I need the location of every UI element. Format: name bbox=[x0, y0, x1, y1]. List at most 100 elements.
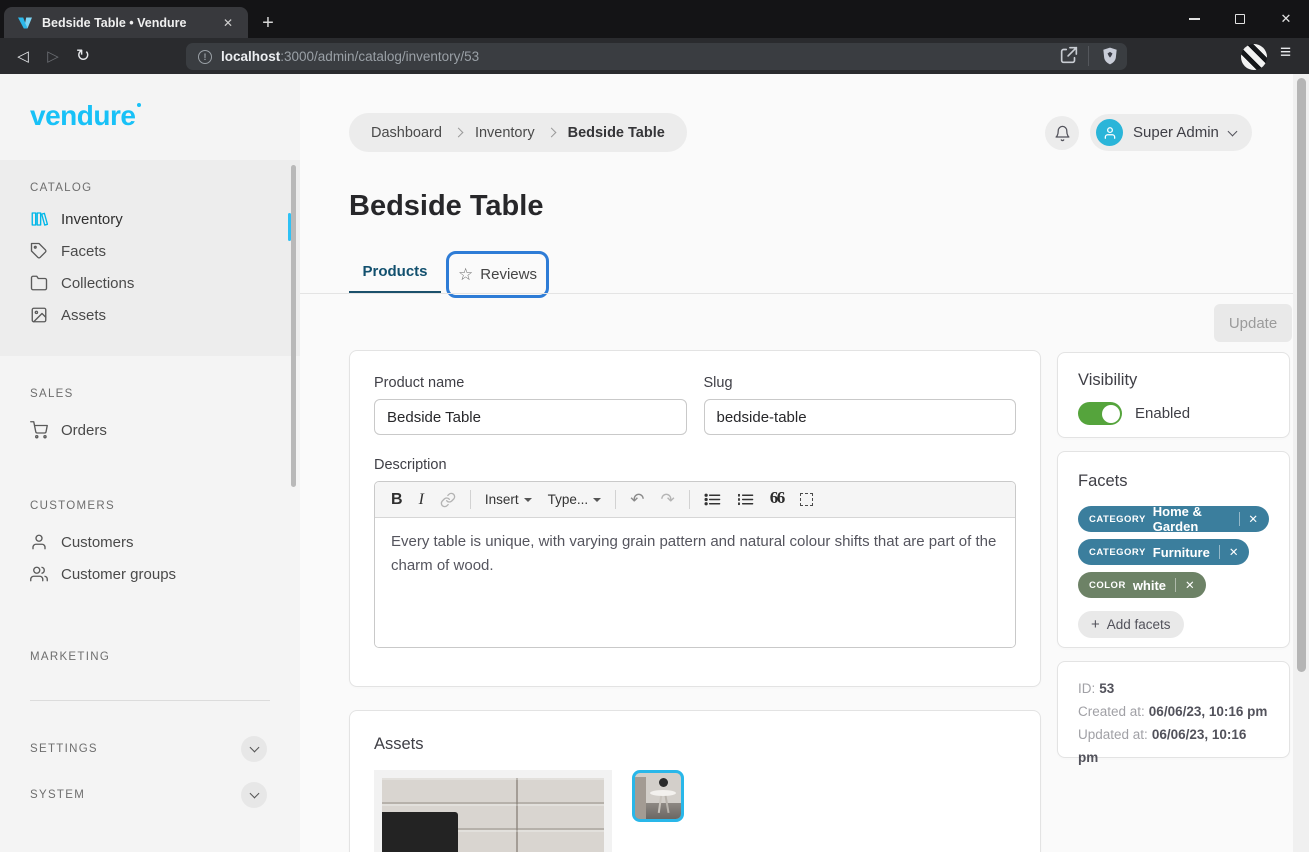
asset-thumbnail-selected[interactable] bbox=[632, 770, 684, 822]
remove-facet-icon[interactable]: ✕ bbox=[1183, 578, 1197, 592]
tab-close-icon[interactable]: ✕ bbox=[218, 13, 238, 33]
breadcrumb-dashboard[interactable]: Dashboard bbox=[371, 125, 442, 141]
bullet-list-icon bbox=[704, 492, 721, 507]
breadcrumb-current: Bedside Table bbox=[568, 125, 665, 141]
meta-id-row: ID:53 bbox=[1078, 677, 1269, 700]
vendure-favicon-icon bbox=[17, 15, 33, 31]
sidebar-item-label: Customers bbox=[61, 534, 134, 551]
profile-avatar[interactable] bbox=[1241, 44, 1267, 70]
sidebar-item-facets[interactable]: Facets bbox=[0, 235, 300, 267]
close-button[interactable]: ✕ bbox=[1263, 0, 1309, 38]
tab-reviews-highlight[interactable]: ☆ Reviews bbox=[446, 251, 549, 298]
italic-button[interactable]: I bbox=[417, 491, 426, 509]
visibility-card: Visibility Enabled bbox=[1057, 352, 1290, 438]
featured-asset-detail bbox=[382, 812, 458, 852]
update-button[interactable]: Update bbox=[1214, 304, 1292, 342]
insert-dropdown[interactable]: Insert bbox=[483, 492, 534, 507]
sidebar-item-label: Collections bbox=[61, 275, 134, 292]
maximize-icon bbox=[1235, 14, 1245, 24]
sidebar-group-marketing: MARKETING bbox=[0, 651, 300, 672]
bold-button[interactable]: B bbox=[389, 491, 405, 509]
editor-toolbar: B I Insert Type... ↶ ↷ bbox=[375, 482, 1015, 518]
sidebar-item-label: Assets bbox=[61, 307, 106, 324]
sidebar-section-settings[interactable]: SETTINGS bbox=[0, 730, 300, 768]
plus-icon: + bbox=[1091, 616, 1100, 633]
add-facets-button[interactable]: + Add facets bbox=[1078, 611, 1184, 638]
minimize-button[interactable] bbox=[1171, 0, 1217, 38]
assets-card: Assets bbox=[349, 710, 1041, 852]
browser-titlebar: Bedside Table • Vendure ✕ + ✕ bbox=[0, 0, 1309, 38]
url-path: :3000/admin/catalog/inventory/53 bbox=[280, 49, 479, 64]
slug-label: Slug bbox=[704, 375, 1017, 391]
image-icon bbox=[30, 306, 48, 324]
facet-chip: COLOR white ✕ bbox=[1078, 572, 1206, 598]
bullet-list-button[interactable] bbox=[702, 492, 723, 507]
entity-meta-card: ID:53 Created at:06/06/23, 10:16 pm Upda… bbox=[1057, 661, 1290, 758]
slug-input[interactable] bbox=[704, 399, 1017, 435]
visibility-toggle[interactable] bbox=[1078, 402, 1122, 425]
sidebar-group-catalog: CATALOG Inventory Facets Collections bbox=[0, 160, 300, 356]
meta-created-row: Created at:06/06/23, 10:16 pm bbox=[1078, 700, 1269, 723]
sidebar-item-orders[interactable]: Orders bbox=[0, 414, 300, 446]
expand-system-button[interactable] bbox=[241, 782, 267, 808]
description-text[interactable]: Every table is unique, with varying grai… bbox=[375, 518, 1015, 647]
product-detail-card: Product name Slug Description B I bbox=[349, 350, 1041, 687]
tab-reviews[interactable]: Reviews bbox=[480, 266, 537, 283]
undo-button[interactable]: ↶ bbox=[628, 490, 646, 510]
raw-html-button[interactable] bbox=[798, 493, 815, 506]
brave-shield-icon[interactable] bbox=[1100, 45, 1120, 67]
breadcrumb-inventory[interactable]: Inventory bbox=[475, 125, 535, 141]
new-tab-button[interactable]: + bbox=[254, 9, 282, 37]
numbered-list-button[interactable] bbox=[735, 492, 756, 507]
back-button[interactable]: ◁ bbox=[8, 47, 38, 65]
description-label: Description bbox=[374, 457, 1016, 473]
sidebar-item-label: Orders bbox=[61, 422, 107, 439]
chevron-down-icon bbox=[249, 789, 259, 799]
browser-menu-icon[interactable]: ≡ bbox=[1280, 42, 1291, 64]
toolbar-divider bbox=[615, 490, 616, 509]
sidebar-scrollbar[interactable] bbox=[291, 165, 296, 487]
site-info-icon[interactable]: ! bbox=[198, 50, 212, 64]
link-button[interactable] bbox=[438, 492, 458, 508]
cart-icon bbox=[30, 421, 48, 439]
reload-button[interactable]: ↻ bbox=[68, 46, 98, 66]
notifications-button[interactable] bbox=[1045, 116, 1079, 150]
quote-icon: 66 bbox=[770, 488, 784, 508]
expand-settings-button[interactable] bbox=[241, 736, 267, 762]
product-name-input[interactable] bbox=[374, 399, 687, 435]
remove-facet-icon[interactable]: ✕ bbox=[1227, 545, 1241, 559]
maximize-button[interactable] bbox=[1217, 0, 1263, 38]
featured-asset[interactable] bbox=[374, 770, 612, 852]
sidebar-item-inventory[interactable]: Inventory bbox=[0, 203, 300, 235]
window-controls: ✕ bbox=[1171, 0, 1309, 38]
folder-icon bbox=[30, 274, 48, 292]
user-menu[interactable]: Super Admin bbox=[1090, 114, 1252, 151]
sidebar-item-assets[interactable]: Assets bbox=[0, 299, 300, 331]
browser-tab[interactable]: Bedside Table • Vendure ✕ bbox=[4, 7, 248, 38]
product-name-label: Product name bbox=[374, 375, 687, 391]
sidebar-group-label: SALES bbox=[0, 388, 300, 400]
vendure-logo[interactable]: vendure bbox=[30, 100, 141, 132]
caret-down-icon bbox=[593, 498, 601, 502]
facets-heading: Facets bbox=[1078, 472, 1269, 491]
share-icon[interactable] bbox=[1058, 44, 1080, 66]
redo-button[interactable]: ↷ bbox=[658, 490, 676, 510]
page-scrollbar-thumb[interactable] bbox=[1297, 78, 1306, 672]
blockquote-button[interactable]: 66 bbox=[768, 490, 786, 510]
user-name: Super Admin bbox=[1133, 124, 1219, 141]
tag-icon bbox=[30, 242, 48, 260]
sidebar-section-system[interactable]: SYSTEM bbox=[0, 776, 300, 814]
sidebar-item-customer-groups[interactable]: Customer groups bbox=[0, 558, 300, 590]
forward-button[interactable]: ▷ bbox=[38, 47, 68, 65]
sidebar-item-collections[interactable]: Collections bbox=[0, 267, 300, 299]
page-scrollbar-track[interactable] bbox=[1293, 74, 1309, 852]
logo-dot bbox=[137, 103, 141, 107]
tab-products[interactable]: Products bbox=[349, 252, 441, 294]
caret-down-icon bbox=[524, 498, 532, 502]
toolbar-divider bbox=[470, 490, 471, 509]
url-bar[interactable]: ! localhost:3000/admin/catalog/inventory… bbox=[186, 43, 1127, 70]
remove-facet-icon[interactable]: ✕ bbox=[1246, 512, 1260, 526]
type-dropdown[interactable]: Type... bbox=[546, 492, 604, 507]
chevron-down-icon bbox=[249, 743, 259, 753]
sidebar-item-customers[interactable]: Customers bbox=[0, 526, 300, 558]
